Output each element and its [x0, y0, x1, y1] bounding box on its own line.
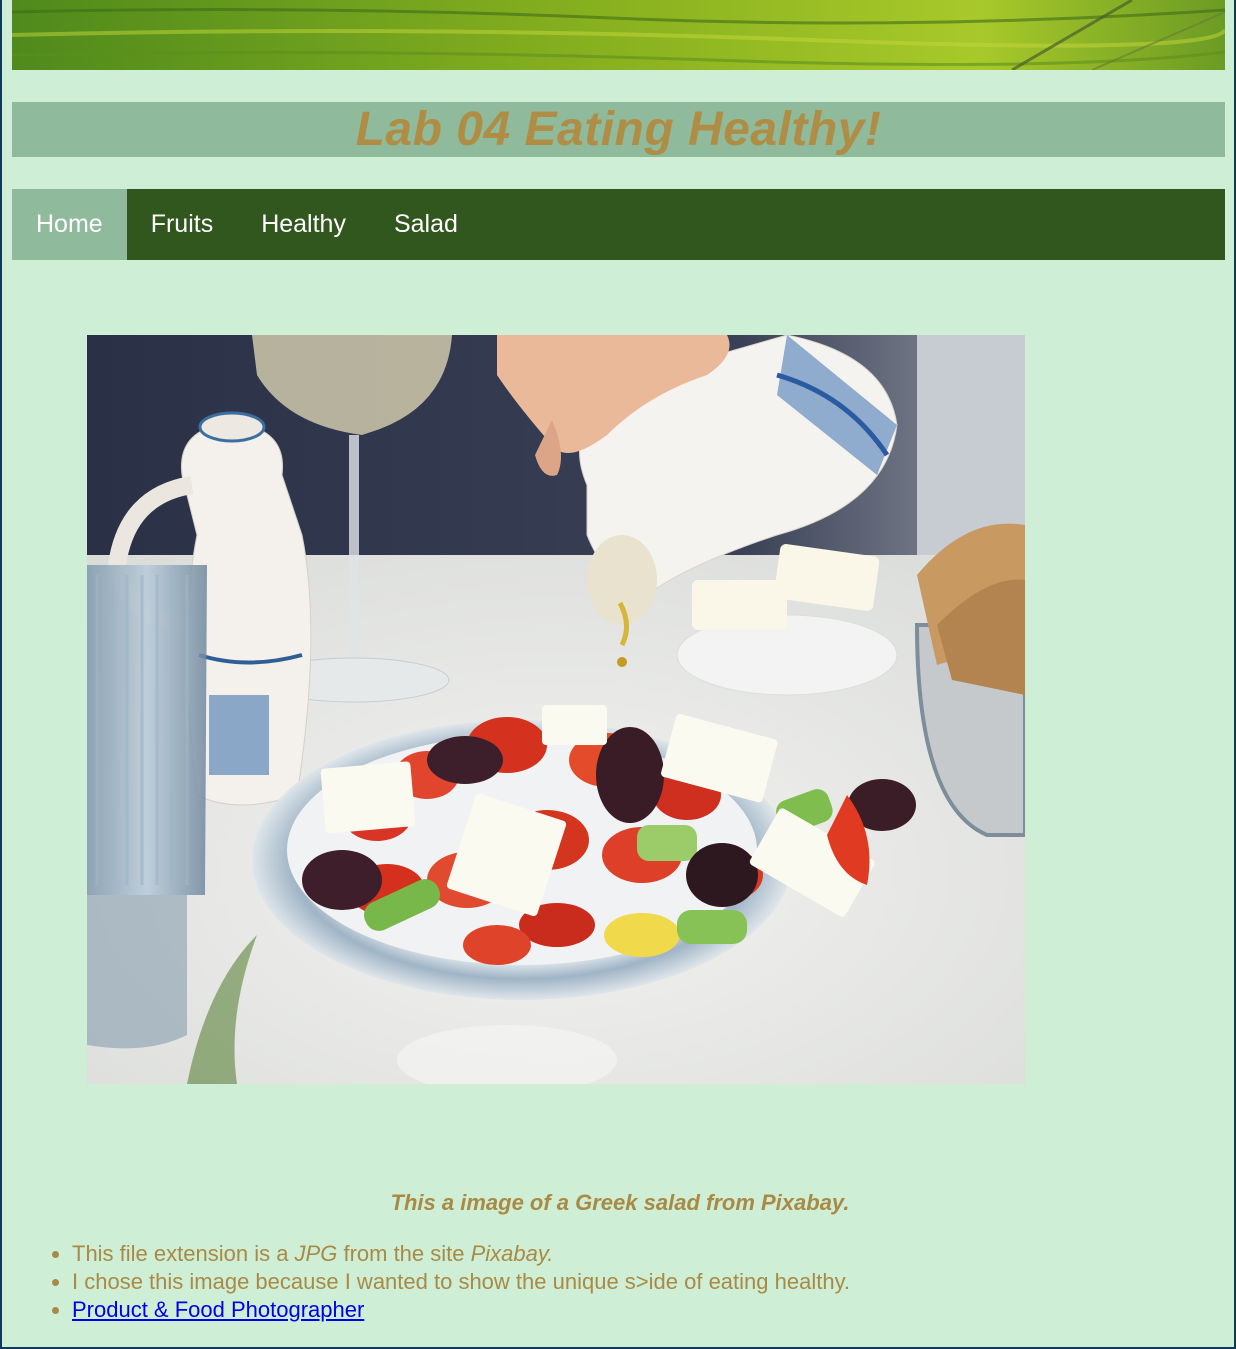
source-site: Pixabay. — [470, 1241, 554, 1266]
list-item-text: This file extension is a — [72, 1241, 295, 1266]
greek-salad-image — [87, 335, 1025, 1084]
nav-item-fruits[interactable]: Fruits — [127, 189, 238, 260]
page-title: Lab 04 Eating Healthy! — [355, 103, 882, 156]
list-item: I chose this image because I wanted to s… — [72, 1268, 850, 1296]
field-landscape-image — [12, 0, 1225, 70]
nav-item-home[interactable]: Home — [12, 189, 127, 260]
file-extension: JPG — [294, 1241, 338, 1266]
image-facts-list: This file extension is a JPG from the si… — [32, 1240, 850, 1324]
nav-item-healthy[interactable]: Healthy — [237, 189, 370, 260]
image-caption: This a image of a Greek salad from Pixab… — [390, 1190, 850, 1215]
list-item: Product & Food Photographer — [72, 1296, 850, 1324]
header-banner-image — [12, 0, 1225, 70]
greek-salad-illustration — [87, 335, 1025, 1084]
photographer-link[interactable]: Product & Food Photographer — [72, 1297, 364, 1322]
list-item: This file extension is a JPG from the si… — [72, 1240, 850, 1268]
nav-item-salad[interactable]: Salad — [370, 189, 482, 260]
title-bar: Lab 04 Eating Healthy! — [12, 102, 1225, 157]
main-nav: Home Fruits Healthy Salad — [12, 189, 1225, 260]
list-item-text: from the site — [337, 1241, 471, 1266]
